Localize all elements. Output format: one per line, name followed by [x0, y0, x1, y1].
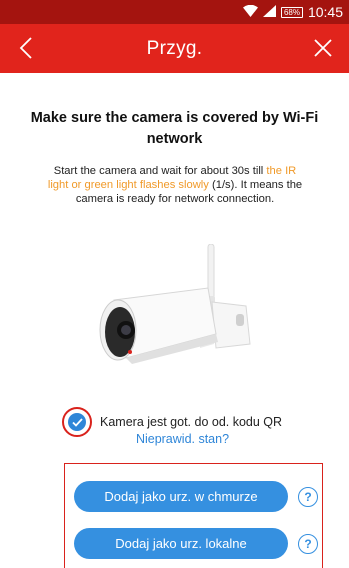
instruction-text-part1: Start the camera and wait for about 30s … — [53, 165, 267, 177]
back-button[interactable] — [12, 34, 40, 62]
help-icon[interactable]: ? — [298, 487, 318, 507]
add-local-device-button[interactable]: Dodaj jako urz. lokalne — [74, 528, 288, 559]
header-bar: Przyg. — [0, 24, 349, 73]
camera-illustration — [99, 244, 251, 364]
instruction-text: Start the camera and wait for about 30s … — [44, 164, 306, 206]
close-icon — [314, 39, 332, 57]
chevron-left-icon — [19, 37, 32, 59]
help-icon[interactable]: ? — [298, 534, 318, 554]
invalid-status-link[interactable]: Nieprawid. stan? — [0, 432, 349, 446]
page-title: Przyg. — [146, 37, 203, 59]
status-bar: 68% 10:45 — [0, 0, 349, 24]
instruction-heading: Make sure the camera is covered by Wi-Fi… — [30, 110, 319, 147]
checkmark-icon — [68, 413, 86, 431]
status-time: 10:45 — [307, 4, 343, 20]
camera-ready-label: Kamera jest got. do od. kodu QR — [100, 415, 283, 429]
add-cloud-device-button[interactable]: Dodaj jako urz. w chmurze — [74, 481, 288, 512]
add-device-button-group: Dodaj jako urz. w chmurze ? Dodaj jako u… — [64, 463, 323, 568]
close-button[interactable] — [309, 34, 337, 62]
battery-icon: 68% — [280, 6, 303, 18]
wifi-icon — [242, 4, 258, 20]
signal-icon — [262, 4, 276, 20]
